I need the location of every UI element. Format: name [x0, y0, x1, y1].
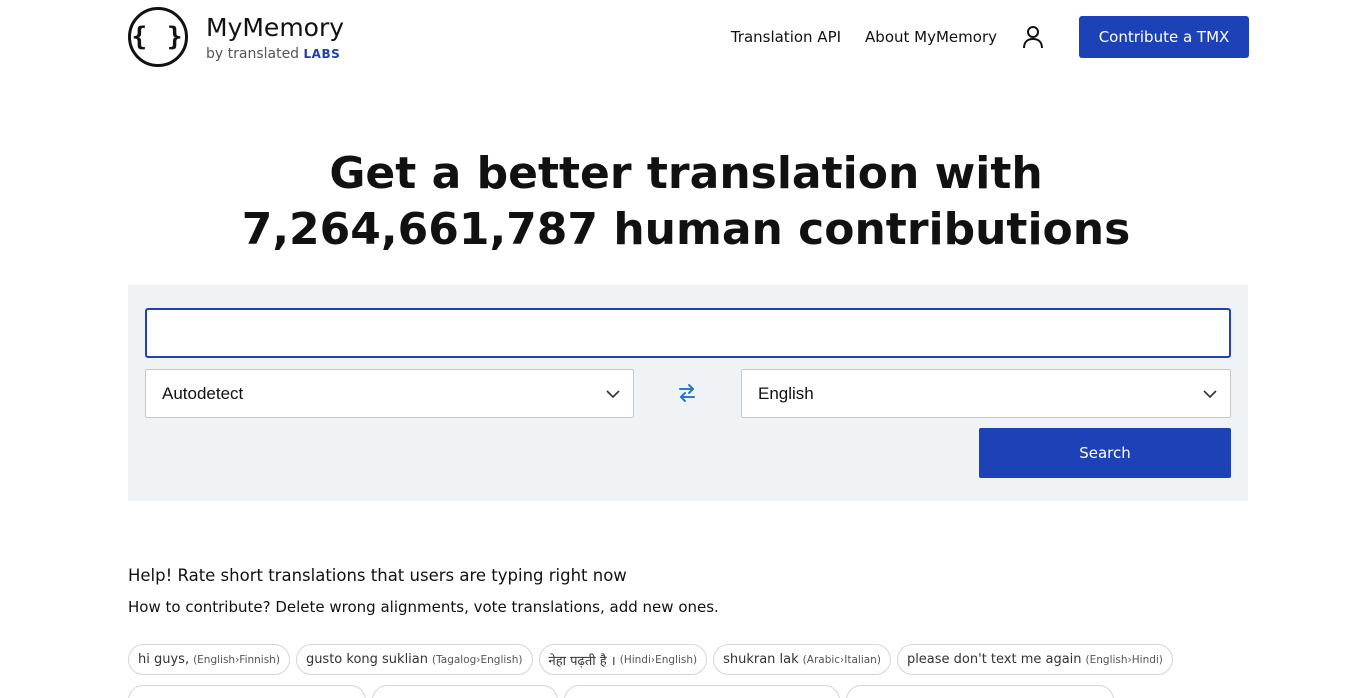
brand-by: by translated: [206, 46, 300, 62]
brand-labs: LABS: [303, 47, 341, 61]
chip-language-pair: (English›Hindi): [1085, 653, 1163, 666]
chip-language-pair: (Hindi›English): [619, 653, 698, 666]
logo-text: MyMemory by translated LABS: [206, 13, 344, 63]
top-nav: Translation API About MyMemory Contribut…: [731, 16, 1249, 58]
chip-language-pair: (Arabic›Italian): [802, 653, 881, 666]
recent-translation-chip-partial[interactable]: [846, 685, 1114, 698]
source-language-select[interactable]: Autodetect: [145, 369, 634, 418]
nav-translation-api[interactable]: Translation API: [731, 28, 841, 46]
logo-glyph: { }: [131, 22, 185, 52]
search-button[interactable]: Search: [979, 428, 1231, 478]
user-icon[interactable]: [1021, 25, 1045, 49]
page-headline: Get a better translation with 7,264,661,…: [0, 146, 1372, 258]
recent-translation-chip[interactable]: shukran lak (Arabic›Italian): [713, 644, 891, 675]
help-subtitle: How to contribute? Delete wrong alignmen…: [128, 598, 719, 616]
recent-translations: hi guys, (English›Finnish) gusto kong su…: [128, 644, 1248, 698]
recent-translation-chip[interactable]: gusto kong suklian (Tagalog›English): [295, 644, 533, 675]
chevron-down-icon: [1203, 390, 1217, 399]
chip-language-pair: (Tagalog›English): [432, 653, 523, 666]
target-language-select[interactable]: English: [741, 369, 1231, 418]
swap-arrows-icon[interactable]: [676, 382, 698, 404]
chip-text: नेहा पढ़ती है ।: [548, 653, 616, 669]
recent-translation-chip-partial[interactable]: [372, 685, 558, 698]
chip-text: please don't text me again: [906, 652, 1082, 667]
brand-name: MyMemory: [206, 13, 345, 42]
logo[interactable]: { } MyMemory by translated LABS: [128, 7, 344, 67]
nav-about-mymemory[interactable]: About MyMemory: [865, 28, 997, 46]
search-panel: Autodetect English Search: [128, 285, 1248, 501]
contribute-tmx-button[interactable]: Contribute a TMX: [1079, 16, 1249, 58]
target-language-value: English: [758, 383, 814, 403]
recent-translation-chip[interactable]: hi guys, (English›Finnish): [128, 644, 290, 675]
recent-translation-chip-partial[interactable]: [564, 685, 840, 698]
chip-text: gusto kong suklian: [305, 652, 428, 667]
brand-byline: by translated LABS: [206, 45, 344, 63]
help-title: Help! Rate short translations that users…: [128, 566, 627, 585]
headline-line2: 7,264,661,787 human contributions: [241, 204, 1131, 255]
search-input[interactable]: [145, 308, 1231, 358]
chevron-down-icon: [606, 390, 620, 399]
headline-line1: Get a better translation with: [329, 148, 1043, 199]
site-header: { } MyMemory by translated LABS Translat…: [0, 0, 1372, 76]
source-language-value: Autodetect: [162, 383, 244, 403]
logo-mark: { }: [128, 7, 188, 67]
chip-language-pair: (English›Finnish): [193, 653, 280, 666]
recent-translation-chip[interactable]: please don't text me again (English›Hind…: [896, 644, 1173, 675]
recent-translation-chip-partial[interactable]: [128, 685, 366, 698]
recent-translation-chip[interactable]: नेहा पढ़ती है । (Hindi›English): [538, 644, 708, 675]
chip-text: shukran lak: [723, 652, 799, 667]
chip-text: hi guys,: [138, 652, 190, 667]
